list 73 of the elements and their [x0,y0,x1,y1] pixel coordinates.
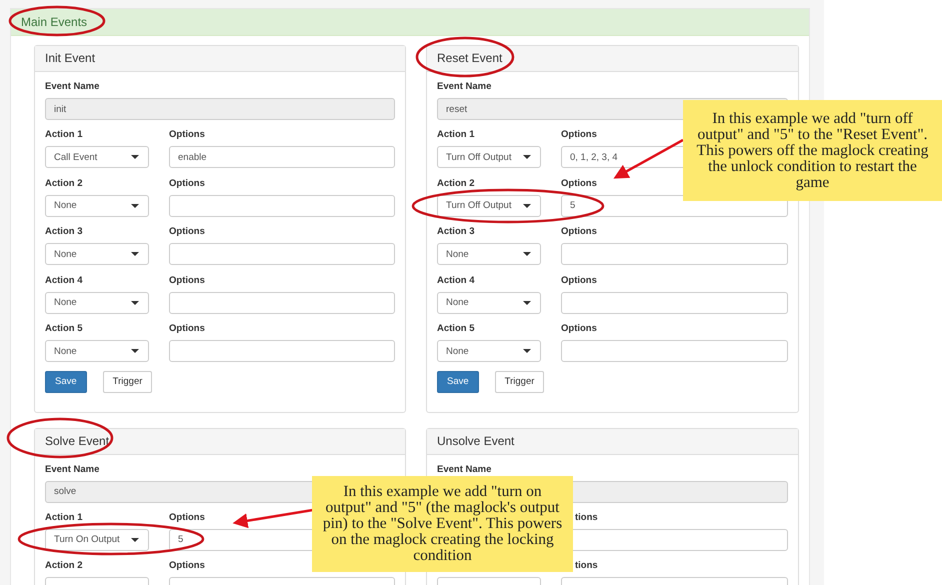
options-field[interactable] [561,340,788,362]
caret-icon [131,349,139,353]
main-events-heading: Main Events [11,9,809,36]
field-label: Event Name [45,80,100,94]
field-label: Action 3 [437,225,474,239]
field-label: Options [561,274,597,288]
caret-icon [131,155,139,159]
field-label: Action 2 [45,559,82,573]
caret-icon [131,538,139,542]
caret-icon [523,349,531,353]
field-label: tions [574,559,598,573]
field-label: Action 1 [45,510,82,524]
field-label: Event Name [437,80,492,94]
panel-title: Unsolve Event [427,428,798,454]
save-button[interactable]: Save [45,370,87,392]
field-label: Action 2 [437,176,474,190]
action-dropdown[interactable]: None [437,243,541,265]
field-label: Options [169,128,205,142]
caret-icon [131,300,139,304]
caret-icon [131,204,139,208]
field-label: Event Name [45,462,100,476]
panel-title: Solve Event [35,428,405,454]
field-label: Options [169,274,205,288]
field-label: Options [561,225,597,239]
save-button[interactable]: Save [437,370,479,392]
event-name-field[interactable]: init [45,98,395,120]
arrow [613,138,684,179]
action-dropdown[interactable]: None [45,194,149,216]
field-label: Options [169,225,205,239]
options-field[interactable] [169,243,395,265]
callout-tooltip: In this example we add "turn on output" and "5" (the maglock's output pin) to the "Solve Event". This powers on the maglock creating the locking condition [312,476,573,572]
field-label: Options [169,322,205,336]
caret-icon [523,300,531,304]
action-dropdown[interactable]: None [437,292,541,314]
field-label: Options [169,510,205,524]
panel-title: Init Event [35,46,405,72]
action-dropdown[interactable]: Turn Off Output [437,194,541,216]
action-dropdown[interactable]: None [45,292,149,314]
field-label: Action 1 [437,128,474,142]
action-dropdown[interactable]: Turn Off Output [437,146,541,168]
options-field[interactable] [169,340,395,362]
field-label: Event Name [437,462,492,476]
field-label: tions [574,510,598,524]
options-field[interactable] [561,292,788,314]
field-label: Action 5 [437,322,474,336]
options-field[interactable] [169,292,395,314]
action-dropdown[interactable]: Turn On Output [45,528,149,550]
field-label: Action 2 [45,176,82,190]
field-label: Action 4 [437,274,474,288]
options-field[interactable] [169,194,395,216]
caret-icon [523,252,531,256]
field-label: Action 1 [45,128,82,142]
field-label: Action 5 [45,322,82,336]
field-label: Options [561,322,597,336]
field-label: Options [561,128,597,142]
action-dropdown[interactable]: None [45,243,149,265]
field-label: Action 3 [45,225,82,239]
field-label: Options [169,176,205,190]
field-label: Options [169,559,205,573]
caret-icon [523,155,531,159]
trigger-button[interactable]: Trigger [102,370,152,392]
action-dropdown[interactable]: None [45,340,149,362]
panel-title: Reset Event [427,46,798,72]
action-dropdown[interactable]: None [437,340,541,362]
trigger-button[interactable]: Trigger [494,370,544,392]
options-field[interactable]: enable [169,146,395,168]
field-label: Options [561,176,597,190]
caret-icon [131,252,139,256]
callout-tooltip: In this example we add "turn off output" and "5" to the "Reset Event". This powers off the maglock creating the unlock condition to restart the game [683,100,942,201]
action-dropdown[interactable]: Call Event [45,146,149,168]
caret-icon [523,204,531,208]
field-label: Action 4 [45,274,82,288]
options-field[interactable] [561,243,788,265]
